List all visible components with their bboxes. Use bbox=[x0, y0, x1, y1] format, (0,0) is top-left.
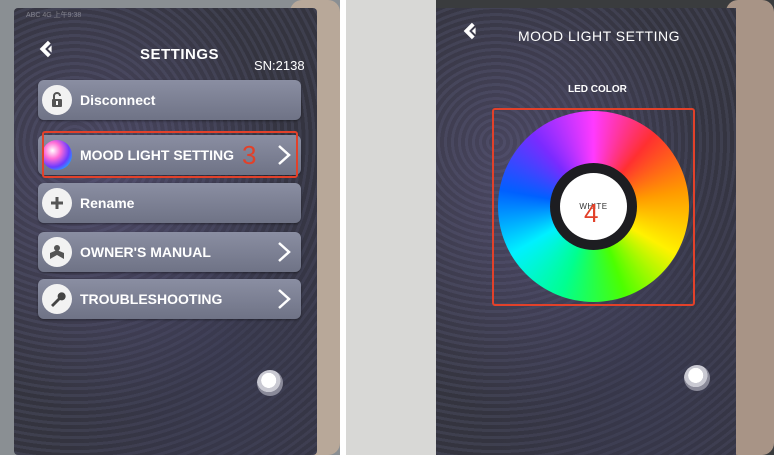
annotation-number: 4 bbox=[584, 198, 599, 228]
lock-open-icon bbox=[42, 85, 72, 115]
troubleshooting-label: TROUBLESHOOTING bbox=[80, 291, 223, 307]
page-title: SETTINGS bbox=[140, 46, 220, 63]
back-icon[interactable] bbox=[36, 38, 58, 60]
plus-icon bbox=[42, 188, 72, 218]
owners-manual-label: OWNER'S MANUAL bbox=[80, 244, 211, 260]
mood-light-screen: MOOD LIGHT SETTING LED COLOR WHITE 4 bbox=[436, 8, 736, 455]
settings-screen: ABC 4G 上午9:38 SETTINGS SN:2138 Disconnec… bbox=[14, 8, 317, 455]
owners-manual-button[interactable]: OWNER'S MANUAL bbox=[38, 232, 301, 272]
status-bar: ABC 4G 上午9:38 bbox=[26, 12, 82, 19]
troubleshooting-button[interactable]: TROUBLESHOOTING bbox=[38, 279, 301, 319]
desk-background bbox=[346, 0, 436, 455]
assistive-touch-button[interactable] bbox=[257, 370, 283, 396]
left-photo: ABC 4G 上午9:38 SETTINGS SN:2138 Disconnec… bbox=[0, 0, 340, 455]
serial-number: SN:2138 bbox=[254, 58, 305, 73]
rename-label: Rename bbox=[80, 195, 135, 211]
chevron-right-icon bbox=[277, 241, 291, 263]
rename-button[interactable]: Rename bbox=[38, 183, 301, 223]
annotation-number: 3 bbox=[242, 140, 257, 170]
page-title: MOOD LIGHT SETTING bbox=[518, 28, 680, 44]
annotation-box bbox=[42, 131, 298, 178]
disconnect-label: Disconnect bbox=[80, 92, 156, 108]
right-photo: MOOD LIGHT SETTING LED COLOR WHITE 4 bbox=[346, 0, 774, 455]
assistive-touch-button[interactable] bbox=[684, 365, 710, 391]
disconnect-button[interactable]: Disconnect bbox=[38, 80, 301, 120]
back-icon[interactable] bbox=[460, 20, 482, 42]
manual-icon bbox=[42, 237, 72, 267]
chevron-right-icon bbox=[277, 288, 291, 310]
wrench-icon bbox=[42, 284, 72, 314]
led-color-label: LED COLOR bbox=[568, 84, 627, 95]
